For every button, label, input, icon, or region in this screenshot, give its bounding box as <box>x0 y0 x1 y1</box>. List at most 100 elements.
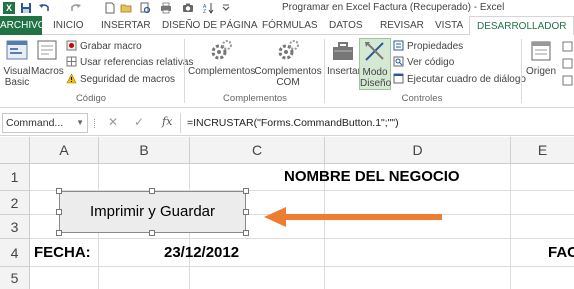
run-dialog-icon <box>393 73 404 84</box>
customize-icon[interactable] <box>220 2 232 14</box>
enter-icon[interactable]: ✓ <box>134 115 144 129</box>
row-header-5[interactable]: 5 <box>0 267 30 289</box>
modo-diseno-label: Modo Diseño <box>360 67 392 89</box>
gridline <box>30 266 574 267</box>
chevron-down-icon[interactable]: ▼ <box>76 114 84 132</box>
tab-formulas[interactable]: FÓRMULAS <box>262 16 318 35</box>
group-separator <box>324 39 325 103</box>
origen-label: Origen <box>525 66 556 77</box>
resize-handle[interactable] <box>149 188 155 194</box>
column-header-d[interactable]: D <box>325 137 511 164</box>
propiedades-label: Propiedades <box>407 41 464 52</box>
grabar-macro-label: Grabar macro <box>80 41 142 52</box>
tab-desarrollador[interactable]: DESARROLLADOR <box>469 16 574 36</box>
column-header-e[interactable]: E <box>511 137 574 164</box>
save-icon[interactable] <box>20 2 32 14</box>
gridline <box>30 238 574 239</box>
design-mode-icon <box>365 42 384 61</box>
formula-bar: Command... ▼ ✕ ✓ fx <box>0 110 574 136</box>
undo-icon[interactable] <box>38 2 50 14</box>
ribbon-tabs: ARCHIVO INICIO INSERTAR DISEÑO DE PÁGINA… <box>0 16 574 36</box>
usar-referencias-label: Usar referencias relativas <box>80 57 194 68</box>
tab-vista[interactable]: VISTA <box>435 16 463 35</box>
gear-com-icon <box>278 40 299 60</box>
xml-small-icons[interactable] <box>562 41 573 89</box>
imprimir-y-guardar-command-button[interactable]: Imprimir y Guardar <box>59 191 246 233</box>
row-header-4[interactable]: 4 <box>0 239 30 267</box>
tab-revisar[interactable]: REVISAR <box>380 16 424 35</box>
complementos-label: Complementos <box>188 66 256 77</box>
seguridad-label: Seguridad de macros <box>80 74 176 85</box>
resize-handle[interactable] <box>243 209 249 215</box>
ver-codigo-label: Ver código <box>407 57 455 68</box>
cell-fecha-label[interactable]: FECHA: <box>34 244 91 261</box>
ejecutar-cuadro-dialogo-button[interactable]: Ejecutar cuadro de diálogo <box>393 73 526 86</box>
gear-icon <box>211 40 232 60</box>
resize-handle[interactable] <box>56 209 62 215</box>
new-document-icon[interactable] <box>104 2 116 14</box>
open-folder-icon[interactable] <box>120 2 132 14</box>
resize-handle[interactable] <box>243 188 249 194</box>
sort-icon[interactable]: AZ <box>203 2 215 14</box>
cell-e4-partial[interactable]: FAC <box>548 244 574 261</box>
tab-datos[interactable]: DATOS <box>329 16 363 35</box>
modo-diseno-button[interactable]: Modo Diseño <box>359 38 391 90</box>
print-icon[interactable] <box>160 2 172 14</box>
propiedades-button[interactable]: Propiedades <box>393 40 463 53</box>
cell-fecha-value[interactable]: 23/12/2012 <box>164 244 239 261</box>
macros-label: Macros <box>31 66 64 77</box>
origen-button[interactable]: Origen <box>524 38 558 77</box>
title-bar: X AZ Programar en Excel Factura (Recuper… <box>0 0 574 16</box>
tab-archivo[interactable]: ARCHIVO <box>0 16 46 35</box>
row-header-3[interactable]: 3 <box>0 215 30 239</box>
ribbon-desarrollador: Visual Basic Macros Grabar macro Usar re… <box>0 35 574 108</box>
group-label-controles: Controles <box>401 93 443 104</box>
properties-icon <box>393 40 404 51</box>
column-header-a[interactable]: A <box>30 137 99 164</box>
complementos-com-button[interactable]: Complementos COM <box>254 38 322 88</box>
column-header-c[interactable]: C <box>190 137 325 164</box>
window-title: Programar en Excel Factura (Recuperado) … <box>282 2 505 13</box>
select-all-corner[interactable] <box>0 137 30 164</box>
insert-function-icon[interactable]: fx <box>162 115 172 128</box>
svg-text:Z: Z <box>203 9 206 14</box>
camera-icon[interactable] <box>182 2 194 14</box>
record-macro-icon <box>66 40 77 51</box>
grabar-macro-button[interactable]: Grabar macro <box>66 40 142 53</box>
warning-icon <box>66 73 77 84</box>
xml-source-icon <box>531 41 551 61</box>
tab-diseno-de-pagina[interactable]: DISEÑO DE PÁGINA <box>162 16 258 35</box>
tab-insertar[interactable]: INSERTAR <box>101 16 151 35</box>
column-header-b[interactable]: B <box>99 137 190 164</box>
print-preview-icon[interactable] <box>139 2 151 14</box>
cancel-icon[interactable]: ✕ <box>108 115 118 129</box>
row-header-1[interactable]: 1 <box>0 164 30 191</box>
name-box[interactable]: Command... ▼ <box>2 113 88 133</box>
complementos-button[interactable]: Complementos <box>188 38 256 77</box>
complementos-com-label: Complementos COM <box>254 66 322 88</box>
view-code-icon <box>393 56 404 67</box>
excel-app-icon[interactable]: X <box>3 2 15 14</box>
resize-handle[interactable] <box>56 230 62 236</box>
formula-input[interactable] <box>180 113 574 133</box>
redo-icon[interactable] <box>70 2 82 14</box>
gridline <box>510 164 511 289</box>
macros-button[interactable]: Macros <box>31 38 64 77</box>
resize-handle[interactable] <box>56 188 62 194</box>
seguridad-de-macros-button[interactable]: Seguridad de macros <box>66 73 175 86</box>
toolbox-icon <box>333 42 353 60</box>
group-separator <box>184 39 185 103</box>
cell-title-nombre-negocio[interactable]: NOMBRE DEL NEGOCIO <box>284 168 460 185</box>
formula-bar-grip[interactable] <box>94 119 97 128</box>
usar-referencias-relativas-button[interactable]: Usar referencias relativas <box>66 56 193 69</box>
relative-references-icon <box>66 56 77 67</box>
resize-handle[interactable] <box>149 230 155 236</box>
visual-basic-button[interactable]: Visual Basic <box>2 38 32 88</box>
ver-codigo-button[interactable]: Ver código <box>393 56 454 69</box>
row-header-2[interactable]: 2 <box>0 191 30 215</box>
resize-handle[interactable] <box>243 230 249 236</box>
visual-basic-icon <box>6 40 28 60</box>
annotation-arrow-icon <box>264 207 442 227</box>
insertar-control-button[interactable]: Insertar <box>327 38 361 77</box>
tab-inicio[interactable]: INICIO <box>53 16 84 35</box>
